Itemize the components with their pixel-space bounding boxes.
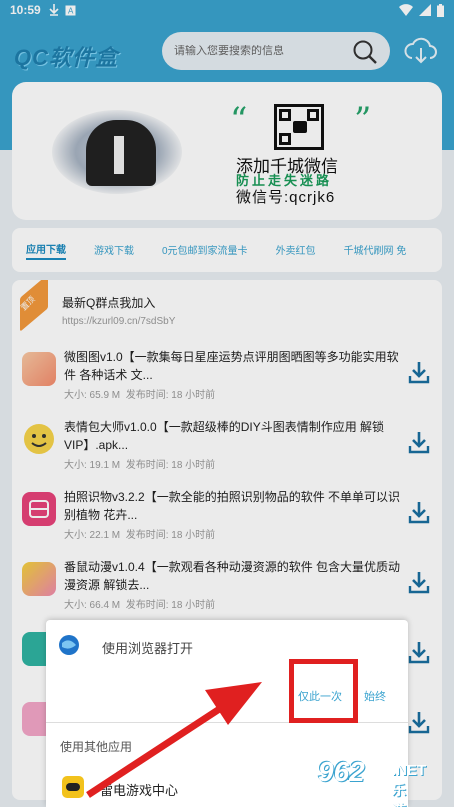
watermark-cn: 乐游网: [392, 782, 406, 807]
watermark-number: 962: [318, 756, 365, 787]
site-watermark: 962 .NET 乐游网: [318, 756, 426, 807]
watermark-net: .NET: [392, 762, 427, 779]
red-arrow-annotation: [86, 682, 262, 798]
